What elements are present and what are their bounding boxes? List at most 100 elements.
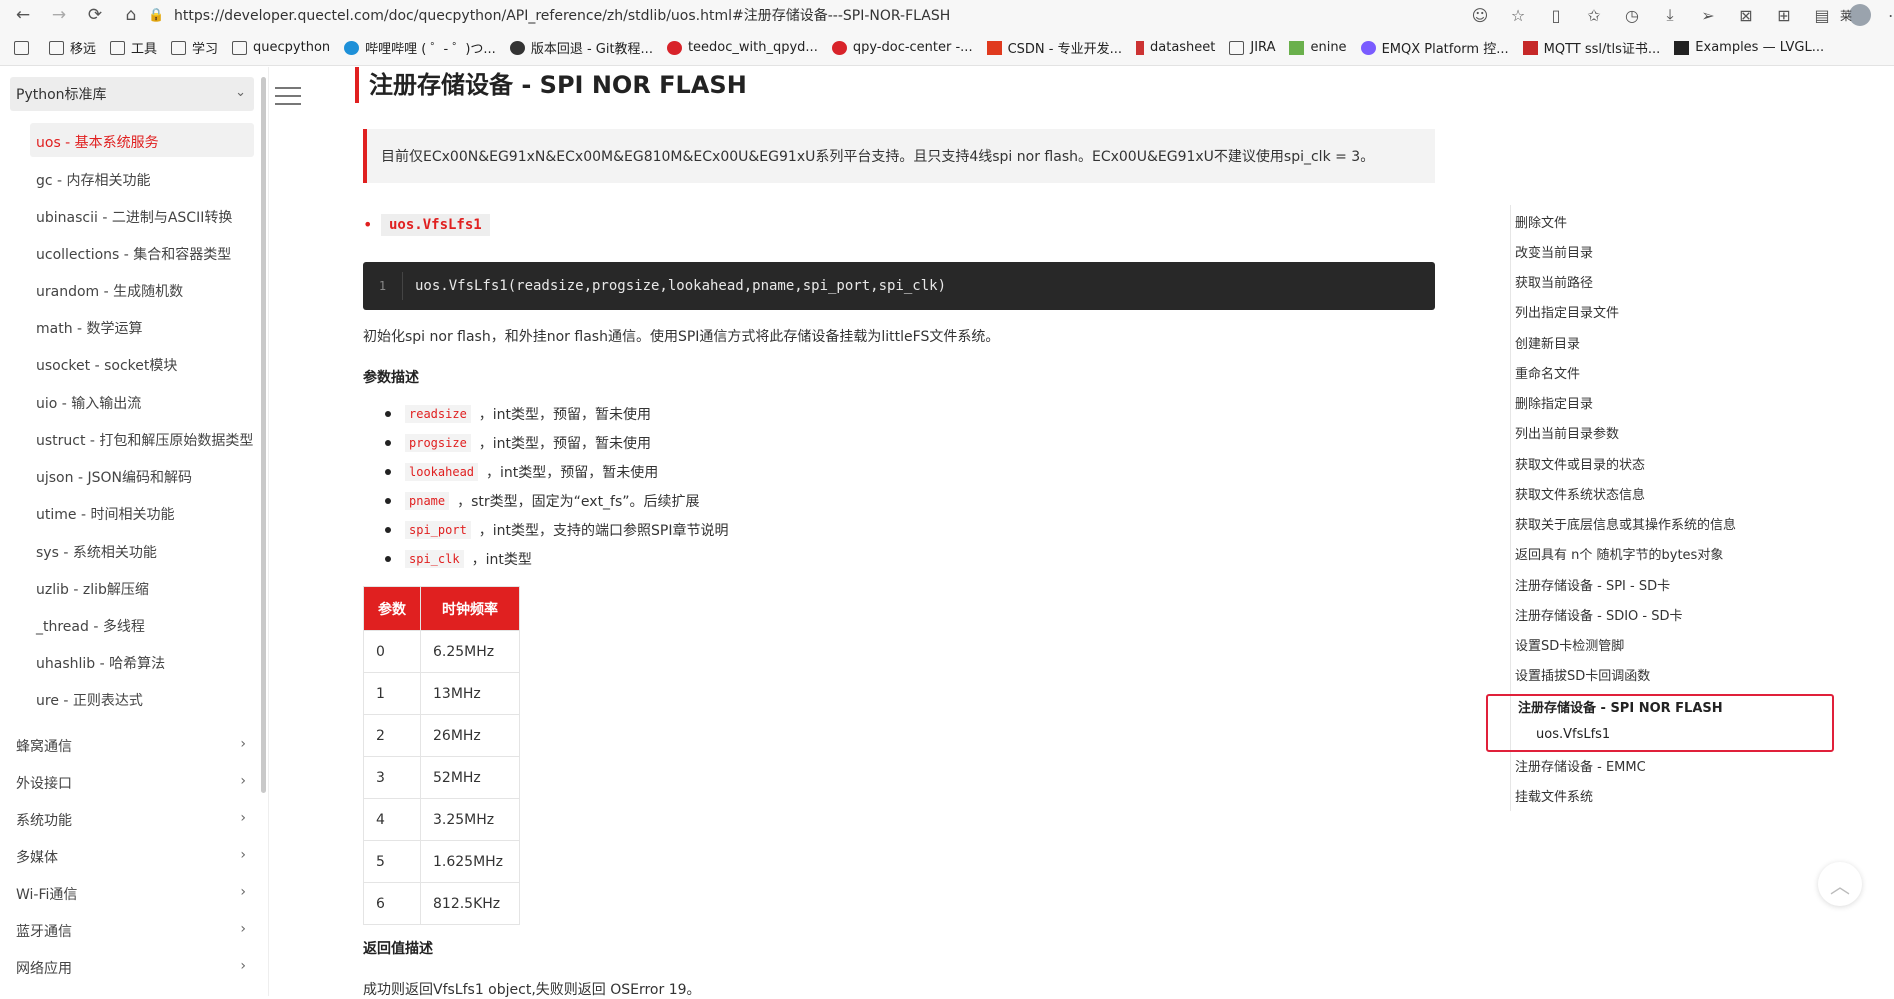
- sidebar-category[interactable]: 蓝牙通信 ›: [16, 921, 252, 941]
- toc-item[interactable]: 创建新目录: [1515, 333, 1580, 352]
- sidebar-category[interactable]: 外设接口 ›: [16, 773, 252, 793]
- bookmark-item[interactable]: 学习: [171, 38, 218, 57]
- gitee-icon: [831, 40, 847, 55]
- split-screen-icon[interactable]: ▯: [1543, 2, 1569, 28]
- bookmark-item[interactable]: EMQX Platform 控...: [1360, 38, 1509, 57]
- sidebar-category[interactable]: 多媒体 ›: [16, 847, 252, 867]
- address-bar[interactable]: 🔒 https://developer.quectel.com/doc/quec…: [148, 3, 1448, 27]
- bookmark-item[interactable]: quecpython: [232, 40, 330, 55]
- sidebar-item-uzlib[interactable]: uzlib - zlib解压缩: [36, 579, 149, 599]
- sidebar-item-usocket[interactable]: usocket - socket模块: [36, 355, 177, 375]
- sidebar-section-header[interactable]: Python标准库 ⌄: [10, 77, 254, 111]
- sidebar-category[interactable]: 蜂窝通信 ›: [16, 736, 252, 756]
- bookmark-item[interactable]: 工具: [110, 38, 157, 57]
- sidebar-item-uhashlib[interactable]: uhashlib - 哈希算法: [36, 653, 165, 673]
- reader-icon[interactable]: ☺: [1467, 2, 1493, 28]
- toc-item[interactable]: 注册存储设备 - SDIO - SD卡: [1515, 605, 1683, 624]
- sidebar-item-urandom[interactable]: urandom - 生成随机数: [36, 281, 183, 301]
- toolbar-right-text[interactable]: 莱: [1840, 7, 1852, 24]
- send-icon[interactable]: ➢: [1695, 2, 1721, 28]
- chevron-right-icon: ›: [240, 810, 246, 826]
- table-cell: 2: [363, 714, 421, 757]
- bookmark-item[interactable]: teedoc_with_qpyd...: [666, 40, 818, 55]
- hamburger-menu-icon[interactable]: [275, 87, 301, 109]
- toc-item[interactable]: 注册存储设备 - EMMC: [1515, 756, 1646, 775]
- toc-item[interactable]: 挂载文件系统: [1515, 786, 1593, 805]
- toc-item[interactable]: 重命名文件: [1515, 363, 1580, 382]
- home-icon[interactable]: ⌂: [118, 2, 144, 28]
- back-to-top-button[interactable]: ︿: [1818, 862, 1862, 906]
- table-row: 1 13MHz: [363, 672, 520, 715]
- sidebar-item-gc[interactable]: gc - 内存相关功能: [36, 170, 151, 190]
- toc-item[interactable]: 返回具有 n个 随机字节的bytes对象: [1515, 544, 1723, 563]
- profile-avatar[interactable]: [1849, 4, 1871, 26]
- sidebar-category[interactable]: 系统功能 ›: [16, 810, 252, 830]
- browser-right-tools: ☺ ☆ ▯ ✩ ◷ ⤓ ➢ ⊠ ⊞ ▤ ⋯: [1455, 0, 1894, 30]
- bookmark-item[interactable]: 哔哩哔哩 ( ゜- ゜)つ...: [344, 38, 496, 57]
- history-icon[interactable]: ◷: [1619, 2, 1645, 28]
- bookmark-item[interactable]: Examples — LVGL...: [1674, 40, 1824, 55]
- bookmark-item[interactable]: 移远: [49, 38, 96, 57]
- favorite-star-icon[interactable]: ☆: [1505, 2, 1531, 28]
- sidebar-category[interactable]: Wi-Fi通信 ›: [16, 884, 252, 904]
- refresh-icon[interactable]: ⟳: [82, 2, 108, 28]
- table-header: 参数: [363, 586, 421, 631]
- toc-item[interactable]: 列出指定目录文件: [1515, 302, 1619, 321]
- bookmark-item[interactable]: enine: [1289, 40, 1347, 55]
- bookmark-item[interactable]: qpy-doc-center -...: [831, 40, 973, 55]
- params-heading: 参数描述: [363, 370, 419, 386]
- sidebar-item-ubinascii[interactable]: ubinascii - 二进制与ASCII转换: [36, 207, 232, 227]
- table-cell: 26MHz: [420, 714, 520, 757]
- sidebar-item-ure[interactable]: ure - 正则表达式: [36, 690, 143, 710]
- toc-item[interactable]: 获取关于底层信息或其操作系统的信息: [1515, 514, 1736, 533]
- sidebar-item-thread[interactable]: _thread - 多线程: [36, 616, 145, 636]
- toc-item[interactable]: 改变当前目录: [1515, 242, 1593, 261]
- toc-item[interactable]: 列出当前目录参数: [1515, 423, 1619, 442]
- url-text[interactable]: https://developer.quectel.com/doc/quecpy…: [174, 5, 950, 25]
- toc-subitem-current[interactable]: uos.VfsLfs1: [1536, 727, 1610, 742]
- sidebar-divider[interactable]: [268, 67, 269, 996]
- sidebar-category[interactable]: 网络应用 ›: [16, 958, 252, 978]
- sidebar-item-ucollections[interactable]: ucollections - 集合和容器类型: [36, 244, 231, 264]
- toc-item[interactable]: 设置插拔SD卡回调函数: [1515, 665, 1650, 684]
- toc-item[interactable]: 获取文件或目录的状态: [1515, 454, 1645, 473]
- screenshot-icon[interactable]: ⊠: [1733, 2, 1759, 28]
- sidebar-item-uos[interactable]: uos - 基本系统服务: [36, 132, 159, 152]
- forward-icon[interactable]: →: [46, 2, 72, 28]
- csdn-icon: [986, 40, 1002, 55]
- extensions-icon[interactable]: ⊞: [1771, 2, 1797, 28]
- bookmark-item[interactable]: CSDN - 专业开发...: [986, 38, 1122, 57]
- chevron-up-icon: ︿: [1830, 873, 1850, 898]
- bookmark-icon: [14, 40, 29, 55]
- spi-clk-table: 参数 时钟频率 0 6.25MHz 1 13MHz 2 26MHz 3 52MHz 43…: [363, 586, 520, 925]
- toc-item[interactable]: 注册存储设备 - SPI - SD卡: [1515, 575, 1670, 594]
- bookmark-item[interactable]: datasheet: [1136, 40, 1215, 55]
- sidebar-item-ustruct[interactable]: ustruct - 打包和解压原始数据类型: [36, 430, 253, 450]
- collections-icon[interactable]: ▤: [1809, 2, 1835, 28]
- table-header-row: 参数 时钟频率: [363, 586, 520, 631]
- sidebar-item-ujson[interactable]: ujson - JSON编码和解码: [36, 467, 192, 487]
- sidebar-item-utime[interactable]: utime - 时间相关功能: [36, 504, 174, 524]
- param-item: spi_clk ，int类型: [385, 549, 532, 569]
- toc-item[interactable]: 获取当前路径: [1515, 272, 1593, 291]
- sidebar-item-sys[interactable]: sys - 系统相关功能: [36, 542, 157, 562]
- sidebar-item-math[interactable]: math - 数学运算: [36, 318, 143, 338]
- toc-item[interactable]: 获取文件系统状态信息: [1515, 484, 1645, 503]
- bookmark-item[interactable]: 版本回退 - Git教程...: [509, 38, 653, 57]
- more-menu-icon[interactable]: ⋯: [1883, 2, 1894, 28]
- code-text: uos.VfsLfs1(readsize,progsize,lookahead,…: [415, 278, 947, 294]
- toc-item[interactable]: 删除指定目录: [1515, 393, 1593, 412]
- download-icon[interactable]: ⤓: [1657, 2, 1683, 28]
- toc-item[interactable]: 设置SD卡检测管脚: [1515, 635, 1624, 654]
- sidebar-scrollbar[interactable]: [261, 77, 266, 793]
- bookmark-item[interactable]: JIRA: [1229, 40, 1275, 55]
- mqtt-icon: [1522, 40, 1538, 55]
- bookmark-item[interactable]: MQTT ssl/tls证书...: [1522, 38, 1660, 57]
- sidebar-item-uio[interactable]: uio - 输入输出流: [36, 393, 141, 413]
- toc-item[interactable]: 删除文件: [1515, 212, 1567, 231]
- favorites-icon[interactable]: ✩: [1581, 2, 1607, 28]
- toc-item-current[interactable]: 注册存储设备 - SPI NOR FLASH: [1518, 697, 1723, 716]
- back-icon[interactable]: ←: [10, 2, 36, 28]
- code-block[interactable]: 1 uos.VfsLfs1(readsize,progsize,lookahea…: [363, 262, 1435, 310]
- bookmark-all-icon[interactable]: [14, 40, 35, 55]
